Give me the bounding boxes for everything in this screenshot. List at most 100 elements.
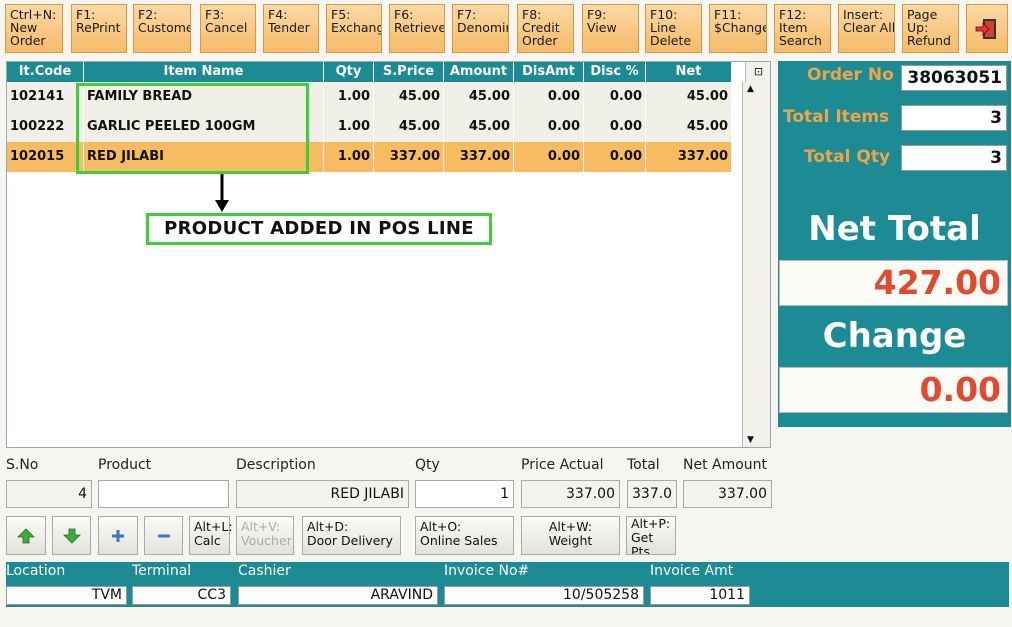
- header-item-code[interactable]: It.Code: [7, 62, 84, 82]
- voucher-button[interactable]: Alt+V: Voucher: [236, 516, 294, 555]
- cell-qty: 1.00: [324, 142, 374, 172]
- annotation-label: PRODUCT ADDED IN POS LINE: [146, 213, 492, 245]
- cell-item-code: 100222: [7, 112, 84, 142]
- cell-qty: 1.00: [324, 112, 374, 142]
- sno-label: S.No: [6, 457, 39, 473]
- net-amount-label: Net Amount: [683, 457, 768, 473]
- header-amount[interactable]: Amount: [444, 62, 514, 82]
- description-label: Description: [236, 457, 316, 473]
- invoice-no-field: 10/505258: [444, 586, 644, 605]
- toolbar-credit-order-button[interactable]: F8: Credit Order: [517, 4, 574, 53]
- cell-amount: 45.00: [444, 82, 514, 112]
- cashier-field: ARAVIND: [238, 586, 438, 605]
- total-field: 337.0: [627, 480, 677, 508]
- price-actual-field: 337.00: [521, 480, 620, 508]
- scroll-corner-icon[interactable]: ⊡: [745, 62, 770, 82]
- cell-sprice: 337.00: [374, 142, 444, 172]
- sno-field: 4: [6, 480, 92, 508]
- move-up-button[interactable]: [6, 516, 46, 555]
- grid-scrollbar[interactable]: ▲ ▼: [742, 82, 770, 447]
- calc-button[interactable]: Alt+L: Calc: [189, 516, 233, 555]
- move-down-button[interactable]: [52, 516, 91, 555]
- cell-qty: 1.00: [324, 82, 374, 112]
- toolbar-view-button[interactable]: F9: View: [582, 4, 639, 53]
- location-label: Location: [6, 563, 66, 579]
- cell-net-amount: 45.00: [646, 82, 732, 112]
- invoice-amt-field: 1011: [650, 586, 750, 605]
- door-delivery-button[interactable]: Alt+D: Door Delivery: [302, 516, 401, 555]
- add-qty-button[interactable]: [98, 516, 138, 555]
- toolbar-refund-button[interactable]: Page Up: Refund: [902, 4, 959, 53]
- product-input[interactable]: [98, 480, 229, 508]
- exit-button[interactable]: [966, 4, 1008, 53]
- scroll-up-icon[interactable]: ▲: [747, 84, 754, 94]
- toolbar-item-search-button[interactable]: F12: Item Search: [774, 4, 831, 53]
- cell-amount: 337.00: [444, 142, 514, 172]
- minus-icon: [157, 534, 170, 537]
- terminal-field: CC3: [132, 586, 231, 605]
- invoice-no-label: Invoice No#: [444, 563, 530, 579]
- invoice-amt-label: Invoice Amt: [650, 563, 734, 579]
- terminal-label: Terminal: [132, 563, 192, 579]
- cell-disamt: 0.00: [514, 142, 584, 172]
- scroll-down-icon[interactable]: ▼: [747, 435, 754, 445]
- toolbar-exchange-button[interactable]: F5: Exchang: [326, 4, 382, 53]
- annotation-arrow-icon: [215, 174, 229, 212]
- change-label: Change: [822, 316, 967, 356]
- price-actual-label: Price Actual: [521, 457, 604, 473]
- online-sales-button[interactable]: Alt+O: Online Sales: [415, 516, 514, 555]
- qty-input[interactable]: 1: [415, 480, 514, 508]
- net-total-label: Net Total: [808, 209, 981, 249]
- header-disamt[interactable]: DisAmt: [514, 62, 584, 82]
- header-sprice[interactable]: S.Price: [374, 62, 444, 82]
- toolbar-cancel-button[interactable]: F3: Cancel: [200, 4, 256, 53]
- weight-button[interactable]: Alt+W: Weight: [521, 516, 620, 555]
- change-value: 0.00: [779, 367, 1008, 413]
- toolbar-reprint-button[interactable]: F1: RePrint: [71, 4, 127, 53]
- total-label: Total: [627, 457, 660, 473]
- cashier-label: Cashier: [238, 563, 291, 579]
- description-field: RED JILABI: [236, 480, 409, 508]
- cell-net-amount: 337.00: [646, 142, 732, 172]
- cell-disc-pct: 0.00: [584, 82, 646, 112]
- toolbar-clear-all-button[interactable]: Insert: Clear All: [838, 4, 895, 53]
- get-points-button[interactable]: Alt+P: Get Pts: [626, 516, 676, 555]
- exit-icon: [975, 18, 996, 39]
- product-label: Product: [98, 457, 152, 473]
- cell-disamt: 0.00: [514, 82, 584, 112]
- reduce-qty-button[interactable]: [144, 516, 183, 555]
- cell-item-code: 102141: [7, 82, 84, 112]
- cell-net-amount: 45.00: [646, 112, 732, 142]
- toolbar-retrieve-button[interactable]: F6: Retrieve: [389, 4, 445, 53]
- total-items-value: 3: [901, 105, 1007, 131]
- annotation-highlight-box: [76, 83, 309, 174]
- header-item-name[interactable]: Item Name: [84, 62, 324, 82]
- order-summary-panel: Order No 38063051 Total Items 3 Total Qt…: [778, 61, 1011, 427]
- arrow-up-icon: [17, 527, 35, 543]
- total-qty-value: 3: [901, 145, 1007, 171]
- cell-amount: 45.00: [444, 112, 514, 142]
- total-items-label: Total Items: [783, 107, 890, 127]
- toolbar-new-order-button[interactable]: Ctrl+N: New Order: [5, 4, 63, 53]
- cell-sprice: 45.00: [374, 112, 444, 142]
- cell-disc-pct: 0.00: [584, 142, 646, 172]
- qty-label: Qty: [415, 457, 440, 473]
- cell-sprice: 45.00: [374, 82, 444, 112]
- toolbar-line-delete-button[interactable]: F10: Line Delete: [645, 4, 702, 53]
- location-field: TVM: [6, 586, 127, 605]
- toolbar-customer-button[interactable]: F2: Custome: [133, 4, 191, 53]
- plus-icon: [112, 529, 124, 542]
- header-disc-pct[interactable]: Disc %: [584, 62, 646, 82]
- cell-disc-pct: 0.00: [584, 112, 646, 142]
- order-no-label: Order No: [807, 65, 894, 85]
- toolbar-tender-button[interactable]: F4: Tender: [263, 4, 319, 53]
- toolbar-denomination-button[interactable]: F7: Denomin: [452, 4, 509, 53]
- net-total-value: 427.00: [779, 260, 1008, 306]
- header-net-amount[interactable]: Net Amount: [646, 62, 732, 99]
- toolbar-change-button[interactable]: F11: $Change: [709, 4, 767, 53]
- cell-disamt: 0.00: [514, 112, 584, 142]
- header-qty[interactable]: Qty: [324, 62, 374, 82]
- cell-item-code: 102015: [7, 142, 84, 172]
- net-amount-field: 337.00: [683, 480, 772, 508]
- grid-header: It.Code Item Name Qty S.Price Amount Dis…: [7, 62, 732, 99]
